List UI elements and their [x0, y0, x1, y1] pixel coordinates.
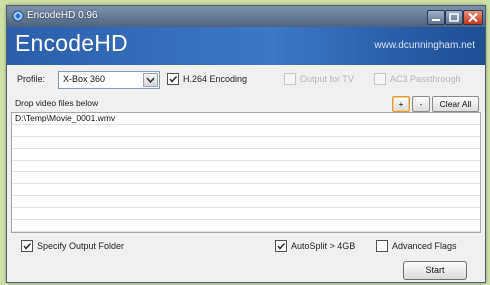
h264-label: H.264 Encoding	[183, 74, 248, 84]
profile-dropdown-button[interactable]	[143, 73, 158, 87]
profile-value: X-Box 360	[63, 74, 106, 84]
output-tv-label: Output for TV	[300, 74, 354, 84]
checkmark-icon	[169, 76, 178, 83]
options-bar: Profile: X-Box 360 H.264 Encoding Output…	[7, 65, 485, 95]
profile-label: Profile:	[17, 74, 46, 84]
maximize-button[interactable]	[445, 10, 463, 25]
drop-files-label: Drop video files below	[15, 98, 99, 108]
output-tv-checkbox[interactable]	[284, 73, 296, 85]
start-button[interactable]: Start	[403, 261, 467, 280]
file-list[interactable]: D:\Temp\Movie_0001.wmv	[11, 112, 481, 233]
close-icon	[468, 12, 478, 23]
encodehd-window: EncodeHD 0.96 EncodeHD www.dcunningham.n…	[6, 5, 486, 283]
title-bar: EncodeHD 0.96	[7, 6, 485, 27]
ac3-checkbox[interactable]	[374, 73, 386, 85]
list-item[interactable]: D:\Temp\Movie_0001.wmv	[12, 113, 480, 125]
autosplit-checkbox[interactable]	[275, 240, 287, 252]
specify-output-label: Specify Output Folder	[37, 241, 125, 251]
chevron-down-icon	[146, 77, 155, 83]
ac3-label: AC3 Passthrough	[390, 74, 461, 84]
website-link[interactable]: www.dcunningham.net	[374, 40, 475, 51]
maximize-icon	[449, 13, 459, 22]
checkmark-icon	[277, 243, 286, 250]
specify-output-checkbox[interactable]	[21, 240, 33, 252]
list-row-empty	[12, 172, 480, 185]
profile-select[interactable]: X-Box 360	[58, 71, 160, 89]
list-row-empty	[12, 220, 480, 232]
list-row-empty	[12, 184, 480, 197]
close-button[interactable]	[463, 10, 483, 25]
window-title: EncodeHD 0.96	[27, 10, 98, 21]
advanced-flags-checkbox[interactable]	[376, 240, 388, 252]
advanced-flags-label: Advanced Flags	[392, 241, 457, 251]
minimize-icon	[432, 19, 440, 21]
autosplit-label: AutoSplit > 4GB	[291, 241, 356, 251]
add-file-button[interactable]: +	[392, 96, 410, 112]
list-row-empty	[12, 196, 480, 209]
clear-all-button[interactable]: Clear All	[432, 96, 479, 112]
list-row-empty	[12, 161, 480, 173]
app-icon	[12, 10, 24, 22]
remove-file-button[interactable]: -	[412, 96, 430, 112]
h264-checkbox[interactable]	[167, 73, 179, 85]
app-brand: EncodeHD	[15, 30, 128, 56]
list-row-empty	[12, 149, 480, 161]
checkmark-icon	[23, 243, 32, 250]
list-row-empty	[12, 137, 480, 149]
list-row-empty	[12, 208, 480, 221]
list-row-empty	[12, 125, 480, 137]
minimize-button[interactable]	[427, 10, 445, 25]
header-banner: EncodeHD www.dcunningham.net	[7, 27, 485, 65]
